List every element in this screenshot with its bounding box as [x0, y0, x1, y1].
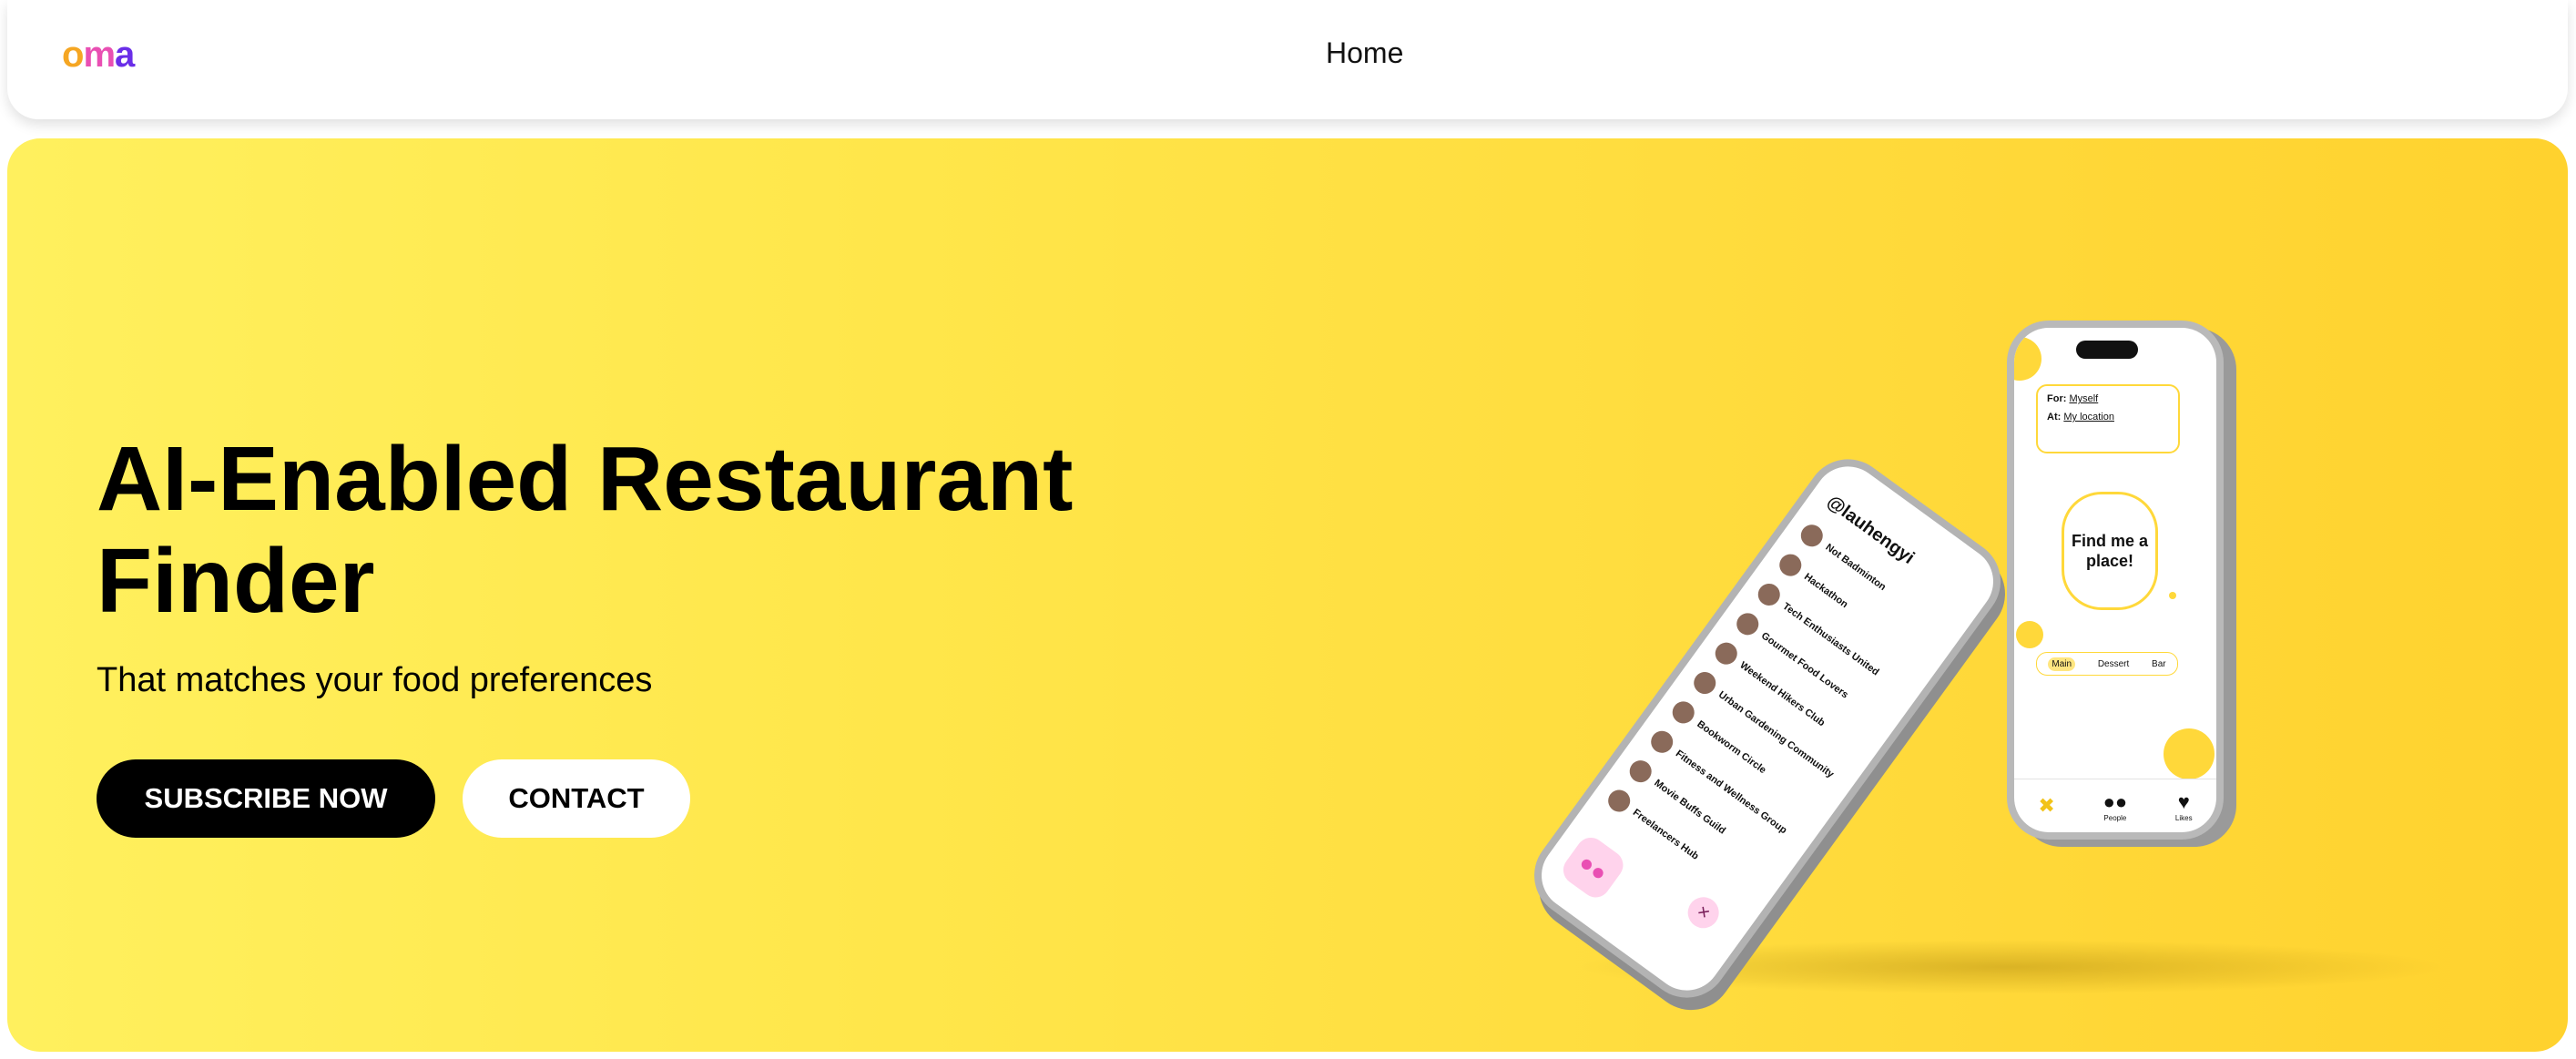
avatar [1732, 608, 1764, 640]
dynamic-island [2076, 341, 2138, 359]
group-name: Bookworm Circle [1695, 718, 1768, 777]
group-list: Not Badminton Hackathon Tech Enthusiasts U… [1604, 453, 2007, 862]
hero-section: AI-Enabled Restaurant Finder That matche… [7, 138, 2568, 1052]
people-icon: ●● [1557, 831, 1629, 903]
group-list-item: Tech Enthusiasts United [1750, 575, 1917, 708]
chip-bar: Bar [2152, 658, 2166, 669]
group-name: Tech Enthusiasts United [1780, 600, 1881, 678]
group-list-item: Gourmet Food Lovers [1729, 605, 1896, 738]
logo-letter-a: a [115, 35, 135, 75]
chip-dessert: Dessert [2097, 658, 2130, 669]
close-icon: ✕ [1681, 891, 1726, 935]
avatar [1754, 579, 1785, 610]
find-place-button: Find me a place! [2062, 492, 2158, 610]
phone-tabbar: ✖ ●● People ♥ Likes [2014, 779, 2216, 832]
avatar [1797, 520, 1828, 551]
tab-likes: ♥ Likes [2175, 790, 2193, 822]
heart-icon: ♥ [2177, 789, 2190, 813]
chip-main: Main [2048, 657, 2076, 671]
at-label: At: [2047, 412, 2062, 423]
group-list-item: Hackathon [1772, 545, 1939, 679]
group-list-item: Freelancers Hub [1601, 781, 1767, 915]
group-name: Movie Buffs Guild [1652, 778, 1728, 837]
at-value: My location [2063, 412, 2114, 423]
phone-mockup-groups: @lauhengyi Not Badminton Hackathon Tech En… [1517, 443, 2018, 1014]
decor-blob [2164, 728, 2215, 779]
for-row: For: Myself [2038, 386, 2178, 404]
subscribe-now-button[interactable]: SUBSCRIBE NOW [97, 759, 435, 838]
tab-food: ✖ [2038, 794, 2054, 818]
decor-blob [2169, 592, 2176, 599]
oma-logo[interactable]: oma [62, 35, 135, 76]
group-name: Urban Gardening Community [1716, 688, 1837, 780]
for-label: For: [2047, 393, 2067, 404]
group-list-item: Bookworm Circle [1665, 693, 1831, 827]
group-name: Hackathon [1801, 571, 1850, 611]
top-navbar: oma Home [7, 0, 2568, 119]
contact-button[interactable]: CONTACT [463, 759, 690, 838]
for-value: Myself [2069, 393, 2099, 404]
decor-blob [2016, 621, 2043, 648]
group-name: Weekend Hikers Club [1737, 659, 1828, 729]
group-name: Fitness and Wellness Group [1673, 748, 1789, 837]
group-list-item: Fitness and Wellness Group [1644, 722, 1810, 856]
avatar [1710, 637, 1742, 669]
tab-people: ●● People [2103, 790, 2128, 822]
avatar [1624, 756, 1656, 787]
meal-chips: Main Dessert Bar [2036, 652, 2178, 676]
tab-people-label: People [2103, 813, 2127, 822]
group-list-item: Movie Buffs Guild [1622, 752, 1788, 886]
avatar [1689, 667, 1720, 698]
phone-screen-finder: For: Myself At: My location Find me a pl… [2014, 328, 2216, 832]
nav-home-link[interactable]: Home [1326, 36, 1403, 70]
people-icon: ●● [2103, 789, 2128, 813]
avatar [1667, 697, 1699, 728]
decor-blob [2014, 337, 2041, 381]
hero-subtitle: That matches your food preferences [97, 661, 653, 699]
group-list-item: Not Badminton [1794, 516, 1960, 650]
tab-likes-label: Likes [2174, 813, 2193, 822]
avatar [1604, 785, 1634, 817]
avatar [1646, 726, 1677, 758]
phone-mockup-finder: For: Myself At: My location Find me a pl… [2007, 321, 2224, 840]
avatar [1775, 549, 1807, 581]
for-at-card: For: Myself At: My location [2036, 384, 2180, 453]
fork-knife-icon: ✖ [2038, 794, 2055, 817]
group-name: Not Badminton [1823, 542, 1889, 594]
phone-username: @lauhengyi [1823, 491, 1919, 568]
logo-letter-o: o [62, 35, 84, 75]
group-list-item: Weekend Hikers Club [1707, 634, 1874, 768]
hero-title: AI-Enabled Restaurant Finder [97, 428, 1074, 632]
at-row: At: My location [2038, 404, 2178, 423]
group-name: Gourmet Food Lovers [1758, 630, 1850, 701]
group-list-item: Urban Gardening Community [1686, 663, 1853, 797]
group-name: Freelancers Hub [1630, 807, 1701, 862]
phone-screen-groups: @lauhengyi Not Badminton Hackathon Tech En… [1527, 453, 2008, 1004]
logo-letter-m: m [83, 35, 116, 75]
phone-shadow [1573, 940, 2448, 994]
